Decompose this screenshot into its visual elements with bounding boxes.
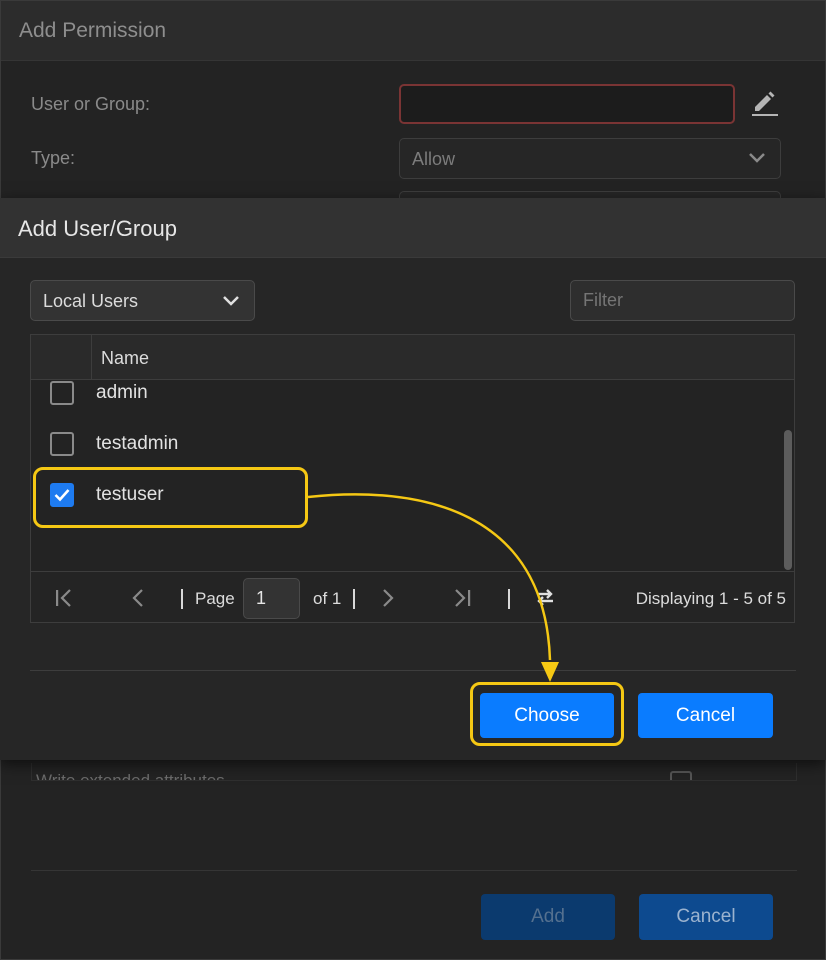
chevron-down-icon xyxy=(223,296,239,306)
pager-separator xyxy=(508,589,510,609)
row-name: admin xyxy=(96,382,148,403)
grid-header: Name xyxy=(31,335,794,380)
row-checkbox[interactable] xyxy=(50,432,74,456)
permission-row-label: Write extended attributes xyxy=(36,771,225,781)
table-row[interactable]: testadmin xyxy=(31,421,779,472)
scrollbar-thumb[interactable] xyxy=(784,430,792,570)
footer-divider xyxy=(31,870,797,871)
column-header-name[interactable]: Name xyxy=(101,348,149,369)
permission-checkbox[interactable] xyxy=(670,771,692,780)
add-button[interactable]: Add xyxy=(481,894,615,940)
dialog-footer-divider xyxy=(30,670,796,671)
user-source-value: Local Users xyxy=(43,291,139,311)
edit-pencil-icon[interactable] xyxy=(749,87,779,117)
user-or-group-input[interactable] xyxy=(399,84,735,124)
grid-scrollbar[interactable] xyxy=(780,380,794,570)
table-row[interactable]: testuser xyxy=(31,472,779,523)
type-label: Type: xyxy=(31,148,76,168)
type-select[interactable]: Allow xyxy=(399,138,781,179)
user-grid: Name admin testadmin testuser Page 1 of … xyxy=(30,334,795,623)
pager-separator xyxy=(181,589,183,609)
add-user-group-dialog: Add User/Group Local Users Name admin te… xyxy=(0,198,826,760)
page-label: Page xyxy=(195,589,235,608)
row-name: testadmin xyxy=(96,433,179,454)
type-select-value: Allow xyxy=(412,149,456,169)
user-source-select[interactable]: Local Users xyxy=(30,280,255,321)
page-number-input[interactable] xyxy=(243,578,300,619)
refresh-icon[interactable] xyxy=(533,585,557,609)
page-count-label: of 1 xyxy=(313,589,342,608)
row-name: testuser xyxy=(96,484,164,505)
add-permission-header: Add Permission xyxy=(1,1,825,61)
previous-page-icon[interactable] xyxy=(127,587,149,609)
row-checkbox-checked[interactable] xyxy=(50,483,74,507)
dialog-title: Add User/Group xyxy=(18,216,177,241)
row-checkbox[interactable] xyxy=(50,381,74,405)
cancel-button[interactable]: Cancel xyxy=(638,693,773,738)
displaying-count: Displaying 1 - 5 of 5 xyxy=(635,589,786,608)
chevron-down-icon xyxy=(749,153,765,163)
column-separator xyxy=(91,335,92,380)
pager-separator xyxy=(353,589,355,609)
user-or-group-label: User or Group: xyxy=(31,94,151,114)
add-permission-title: Add Permission xyxy=(19,19,167,42)
first-page-icon[interactable] xyxy=(53,587,75,609)
table-row[interactable]: admin xyxy=(31,380,779,421)
checkmark-icon xyxy=(54,489,70,502)
last-page-icon[interactable] xyxy=(451,587,473,609)
filter-input[interactable] xyxy=(570,280,795,321)
cancel-button[interactable]: Cancel xyxy=(639,894,773,940)
next-page-icon[interactable] xyxy=(377,587,399,609)
choose-button[interactable]: Choose xyxy=(480,693,614,738)
pagination-toolbar: Page of 1 Displaying 1 - 5 of 5 xyxy=(31,571,794,622)
permission-row-partial: Write extended attributes xyxy=(31,763,797,781)
dialog-header: Add User/Group xyxy=(0,198,826,258)
grid-body: admin testadmin testuser xyxy=(31,380,794,570)
